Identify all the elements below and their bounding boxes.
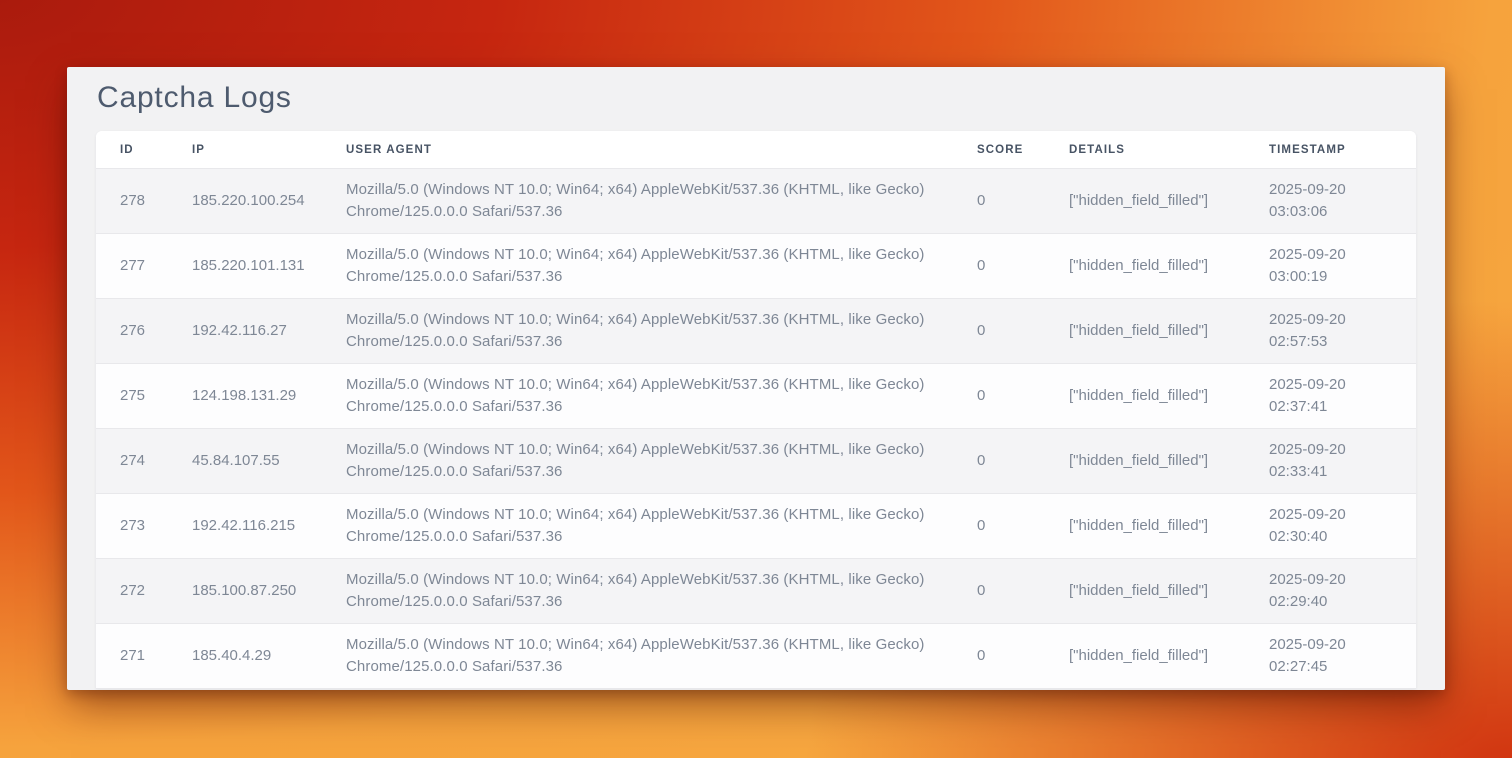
app-background: Captcha Logs ID IP USER AGENT SCORE DETA… xyxy=(0,0,1512,758)
table-row: 276 192.42.116.27 Mozilla/5.0 (Windows N… xyxy=(96,299,1416,364)
table-row: 272 185.100.87.250 Mozilla/5.0 (Windows … xyxy=(96,559,1416,624)
cell-id: 272 xyxy=(96,559,168,624)
cell-ip: 192.42.116.215 xyxy=(168,494,322,559)
table-row: 271 185.40.4.29 Mozilla/5.0 (Windows NT … xyxy=(96,624,1416,689)
cell-ip: 185.220.101.131 xyxy=(168,234,322,299)
cell-score: 0 xyxy=(953,559,1045,624)
captcha-logs-card: Captcha Logs ID IP USER AGENT SCORE DETA… xyxy=(67,67,1445,690)
cell-id: 273 xyxy=(96,494,168,559)
page-title: Captcha Logs xyxy=(97,80,1415,116)
logs-table: ID IP USER AGENT SCORE DETAILS TIMESTAMP… xyxy=(96,131,1416,689)
cell-timestamp: 2025-09-20 02:37:41 xyxy=(1245,364,1416,429)
column-header-id: ID xyxy=(96,131,168,169)
cell-details: ["hidden_field_filled"] xyxy=(1045,559,1245,624)
column-header-user-agent: USER AGENT xyxy=(322,131,953,169)
cell-id: 276 xyxy=(96,299,168,364)
table-row: 275 124.198.131.29 Mozilla/5.0 (Windows … xyxy=(96,364,1416,429)
cell-score: 0 xyxy=(953,364,1045,429)
cell-details: ["hidden_field_filled"] xyxy=(1045,234,1245,299)
cell-id: 271 xyxy=(96,624,168,689)
cell-details: ["hidden_field_filled"] xyxy=(1045,169,1245,234)
cell-user-agent: Mozilla/5.0 (Windows NT 10.0; Win64; x64… xyxy=(322,429,953,494)
cell-user-agent: Mozilla/5.0 (Windows NT 10.0; Win64; x64… xyxy=(322,299,953,364)
table-header-row: ID IP USER AGENT SCORE DETAILS TIMESTAMP xyxy=(96,131,1416,169)
cell-timestamp: 2025-09-20 03:00:19 xyxy=(1245,234,1416,299)
cell-ip: 45.84.107.55 xyxy=(168,429,322,494)
cell-score: 0 xyxy=(953,169,1045,234)
column-header-timestamp: TIMESTAMP xyxy=(1245,131,1416,169)
cell-id: 274 xyxy=(96,429,168,494)
cell-ip: 185.40.4.29 xyxy=(168,624,322,689)
cell-timestamp: 2025-09-20 02:27:45 xyxy=(1245,624,1416,689)
cell-timestamp: 2025-09-20 02:30:40 xyxy=(1245,494,1416,559)
cell-details: ["hidden_field_filled"] xyxy=(1045,299,1245,364)
cell-user-agent: Mozilla/5.0 (Windows NT 10.0; Win64; x64… xyxy=(322,169,953,234)
cell-user-agent: Mozilla/5.0 (Windows NT 10.0; Win64; x64… xyxy=(322,234,953,299)
table-row: 273 192.42.116.215 Mozilla/5.0 (Windows … xyxy=(96,494,1416,559)
cell-ip: 124.198.131.29 xyxy=(168,364,322,429)
logs-table-container: ID IP USER AGENT SCORE DETAILS TIMESTAMP… xyxy=(96,131,1416,689)
cell-details: ["hidden_field_filled"] xyxy=(1045,364,1245,429)
cell-timestamp: 2025-09-20 02:33:41 xyxy=(1245,429,1416,494)
cell-user-agent: Mozilla/5.0 (Windows NT 10.0; Win64; x64… xyxy=(322,494,953,559)
table-row: 274 45.84.107.55 Mozilla/5.0 (Windows NT… xyxy=(96,429,1416,494)
cell-score: 0 xyxy=(953,299,1045,364)
column-header-score: SCORE xyxy=(953,131,1045,169)
cell-ip: 192.42.116.27 xyxy=(168,299,322,364)
cell-id: 278 xyxy=(96,169,168,234)
cell-timestamp: 2025-09-20 02:57:53 xyxy=(1245,299,1416,364)
cell-details: ["hidden_field_filled"] xyxy=(1045,429,1245,494)
cell-details: ["hidden_field_filled"] xyxy=(1045,494,1245,559)
cell-id: 275 xyxy=(96,364,168,429)
cell-ip: 185.100.87.250 xyxy=(168,559,322,624)
cell-user-agent: Mozilla/5.0 (Windows NT 10.0; Win64; x64… xyxy=(322,624,953,689)
cell-id: 277 xyxy=(96,234,168,299)
cell-user-agent: Mozilla/5.0 (Windows NT 10.0; Win64; x64… xyxy=(322,559,953,624)
cell-details: ["hidden_field_filled"] xyxy=(1045,624,1245,689)
cell-score: 0 xyxy=(953,234,1045,299)
cell-score: 0 xyxy=(953,429,1045,494)
cell-timestamp: 2025-09-20 02:29:40 xyxy=(1245,559,1416,624)
table-row: 278 185.220.100.254 Mozilla/5.0 (Windows… xyxy=(96,169,1416,234)
cell-timestamp: 2025-09-20 03:03:06 xyxy=(1245,169,1416,234)
cell-ip: 185.220.100.254 xyxy=(168,169,322,234)
column-header-ip: IP xyxy=(168,131,322,169)
cell-score: 0 xyxy=(953,494,1045,559)
cell-score: 0 xyxy=(953,624,1045,689)
table-row: 277 185.220.101.131 Mozilla/5.0 (Windows… xyxy=(96,234,1416,299)
cell-user-agent: Mozilla/5.0 (Windows NT 10.0; Win64; x64… xyxy=(322,364,953,429)
column-header-details: DETAILS xyxy=(1045,131,1245,169)
